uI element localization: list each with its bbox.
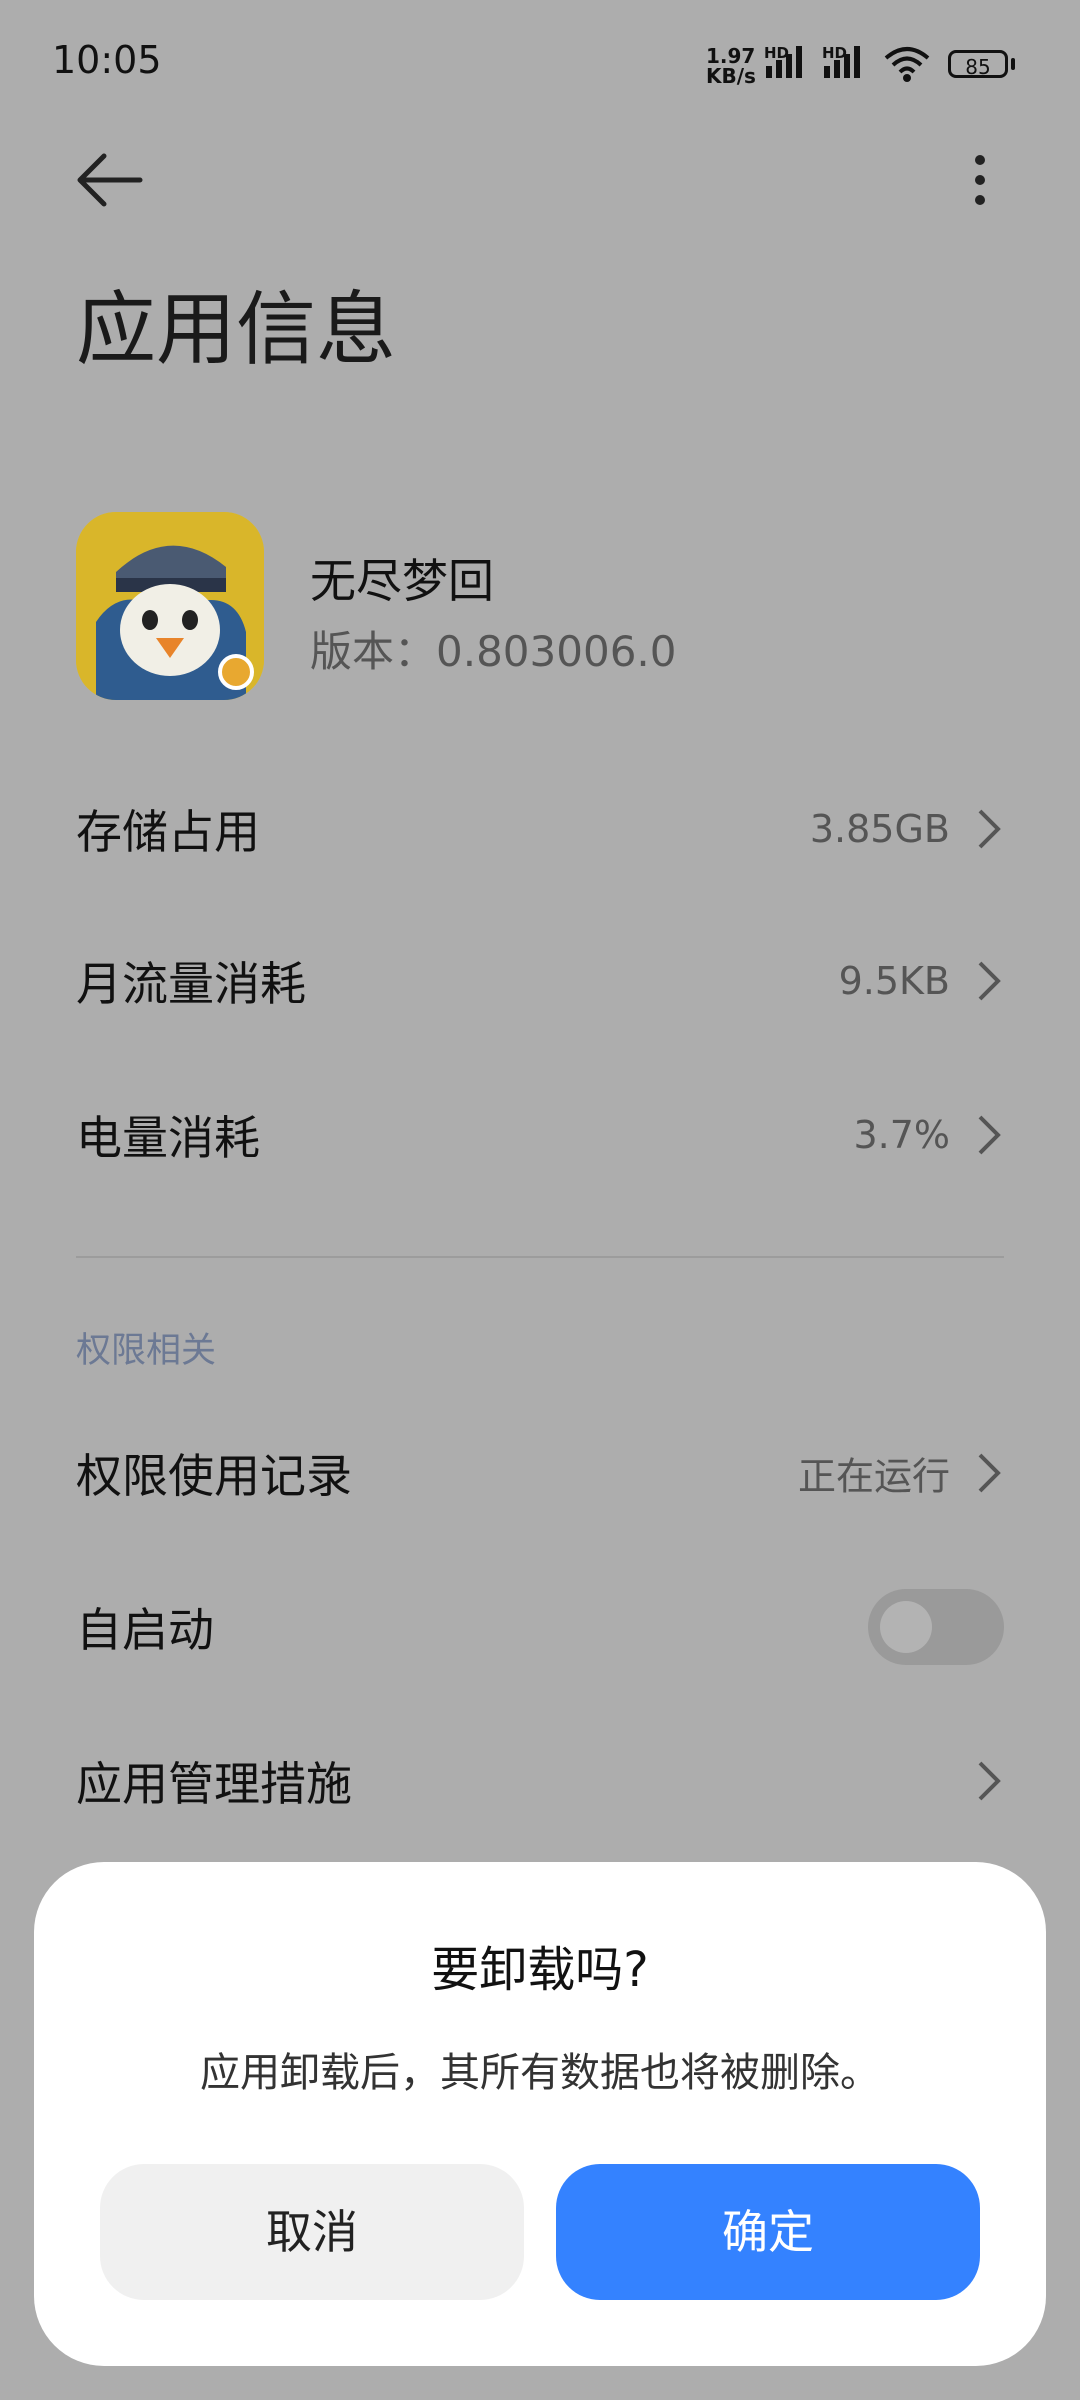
row-battery-usage-label: 电量消耗	[76, 1111, 260, 1165]
page-title: 应用信息	[76, 283, 396, 376]
more-options-icon[interactable]	[960, 150, 1000, 210]
row-data-usage[interactable]: 月流量消耗 9.5KB	[0, 906, 1080, 1056]
row-permission-record-value: 正在运行	[797, 1454, 950, 1499]
row-data-usage-label: 月流量消耗	[76, 957, 306, 1011]
chevron-right-icon	[978, 809, 1001, 849]
app-name: 无尽梦回	[310, 554, 494, 608]
row-data-usage-value: 9.5KB	[838, 959, 950, 1003]
row-permission-record-label: 权限使用记录	[76, 1449, 352, 1503]
chevron-right-icon	[978, 961, 1001, 1001]
row-app-management-label: 应用管理措施	[76, 1757, 352, 1811]
network-speed: 1.97 KB/s	[706, 46, 756, 86]
back-arrow-icon[interactable]	[76, 150, 146, 210]
battery-icon: 85	[948, 50, 1008, 79]
divider	[76, 1256, 1004, 1258]
status-bar: 10:05 1.97 KB/s HD HD 85	[0, 0, 1080, 120]
confirm-button[interactable]: 确定	[556, 2164, 980, 2300]
status-time: 10:05	[52, 38, 162, 82]
network-speed-unit: KB/s	[706, 64, 756, 88]
row-storage[interactable]: 存储占用 3.85GB	[0, 754, 1080, 904]
row-storage-value: 3.85GB	[809, 807, 950, 851]
row-app-management[interactable]: 应用管理措施	[0, 1706, 1080, 1856]
section-header-permissions: 权限相关	[76, 1331, 217, 1371]
row-storage-label: 存储占用	[76, 805, 260, 859]
signal-icon-2	[824, 46, 860, 78]
row-battery-usage-value: 3.7%	[853, 1113, 950, 1157]
app-version: 版本：0.803006.0	[310, 618, 677, 679]
battery-cap	[1011, 58, 1015, 70]
toggle-knob	[880, 1601, 932, 1653]
app-icon	[76, 512, 264, 700]
signal-icon	[766, 46, 802, 78]
row-battery-usage[interactable]: 电量消耗 3.7%	[0, 1060, 1080, 1210]
chevron-right-icon	[978, 1761, 1001, 1801]
app-version-label: 版本：	[310, 627, 437, 676]
row-autostart-label: 自启动	[76, 1603, 214, 1657]
dialog-title: 要卸载吗?	[431, 1942, 649, 1998]
row-autostart[interactable]: 自启动	[0, 1552, 1080, 1702]
network-speed-value: 1.97	[706, 44, 756, 68]
chevron-right-icon	[978, 1115, 1001, 1155]
cancel-button[interactable]: 取消	[100, 2164, 524, 2300]
dialog-message: 应用卸载后，其所有数据也将被删除。	[200, 2050, 880, 2096]
chevron-right-icon	[978, 1453, 1001, 1493]
autostart-toggle[interactable]	[868, 1589, 1004, 1665]
app-version-value: 0.803006.0	[436, 627, 677, 676]
uninstall-dialog: 要卸载吗? 应用卸载后，其所有数据也将被删除。 取消 确定	[34, 1862, 1046, 2366]
row-permission-record[interactable]: 权限使用记录 正在运行	[0, 1398, 1080, 1548]
wifi-icon	[884, 47, 930, 82]
